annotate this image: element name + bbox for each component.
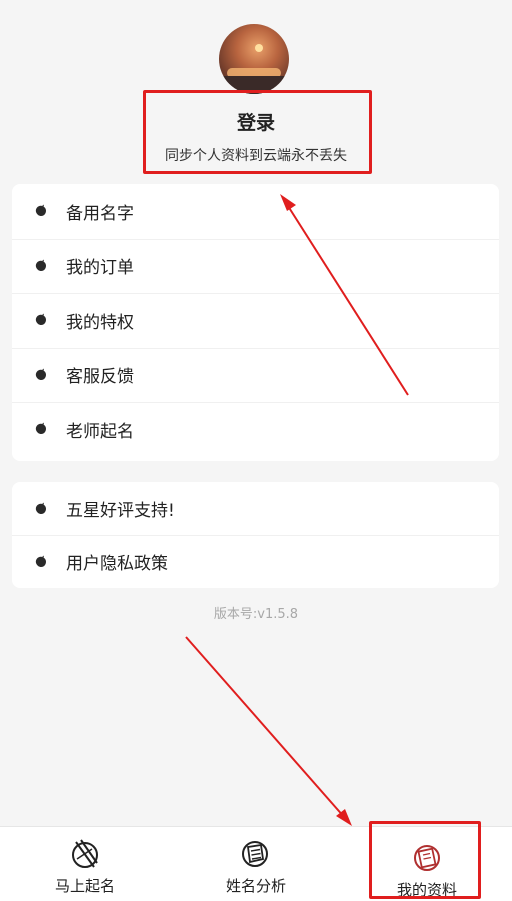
tab-label: 马上起名 <box>54 877 115 895</box>
ink-dot-icon <box>35 422 46 435</box>
menu-card-primary: 备用名字 我的订单 我的特权 客服反馈 老师起名 <box>12 184 499 461</box>
ink-dot-icon <box>35 502 46 514</box>
version-text: 版本号:v1.5.8 <box>213 607 299 622</box>
menu-item-label: 我的订单 <box>66 258 134 279</box>
menu-card-secondary: 五星好评支持! 用户隐私政策 <box>12 482 499 588</box>
menu-item-privacy-policy[interactable]: 用户隐私政策 <box>12 535 499 588</box>
annotation-login-box <box>143 90 372 174</box>
menu-item-label: 用户隐私政策 <box>66 554 168 574</box>
menu-item-my-privileges[interactable]: 我的特权 <box>12 293 499 348</box>
menu-item-backup-names[interactable]: 备用名字 <box>12 184 499 239</box>
annotation-tab-box <box>369 821 481 899</box>
ink-dot-icon <box>35 555 46 567</box>
menu-item-label: 客服反馈 <box>66 367 134 388</box>
avatar-sun <box>255 44 263 52</box>
tab-label: 姓名分析 <box>225 877 286 895</box>
ink-dot-icon <box>35 368 46 380</box>
menu-item-label: 五星好评支持! <box>66 501 175 521</box>
ink-dot-icon <box>35 204 46 217</box>
tab-quick-naming[interactable]: 马上起名 <box>0 827 170 901</box>
naming-brush-icon <box>72 839 98 868</box>
scroll-analysis-icon <box>242 841 268 867</box>
menu-item-teacher-naming[interactable]: 老师起名 <box>12 402 499 457</box>
menu-item-label: 老师起名 <box>66 421 134 442</box>
ink-dot-icon <box>35 259 46 271</box>
menu-item-label: 我的特权 <box>66 312 134 333</box>
ink-dot-icon <box>35 313 46 326</box>
tab-name-analysis[interactable]: 姓名分析 <box>171 827 341 901</box>
menu-item-label: 备用名字 <box>66 203 134 224</box>
menu-item-five-star-review[interactable]: 五星好评支持! <box>12 482 499 535</box>
arrow-to-profile-tab <box>185 636 352 826</box>
menu-item-my-orders[interactable]: 我的订单 <box>12 238 499 294</box>
avatar[interactable] <box>219 24 289 94</box>
menu-item-customer-feedback[interactable]: 客服反馈 <box>12 347 499 403</box>
